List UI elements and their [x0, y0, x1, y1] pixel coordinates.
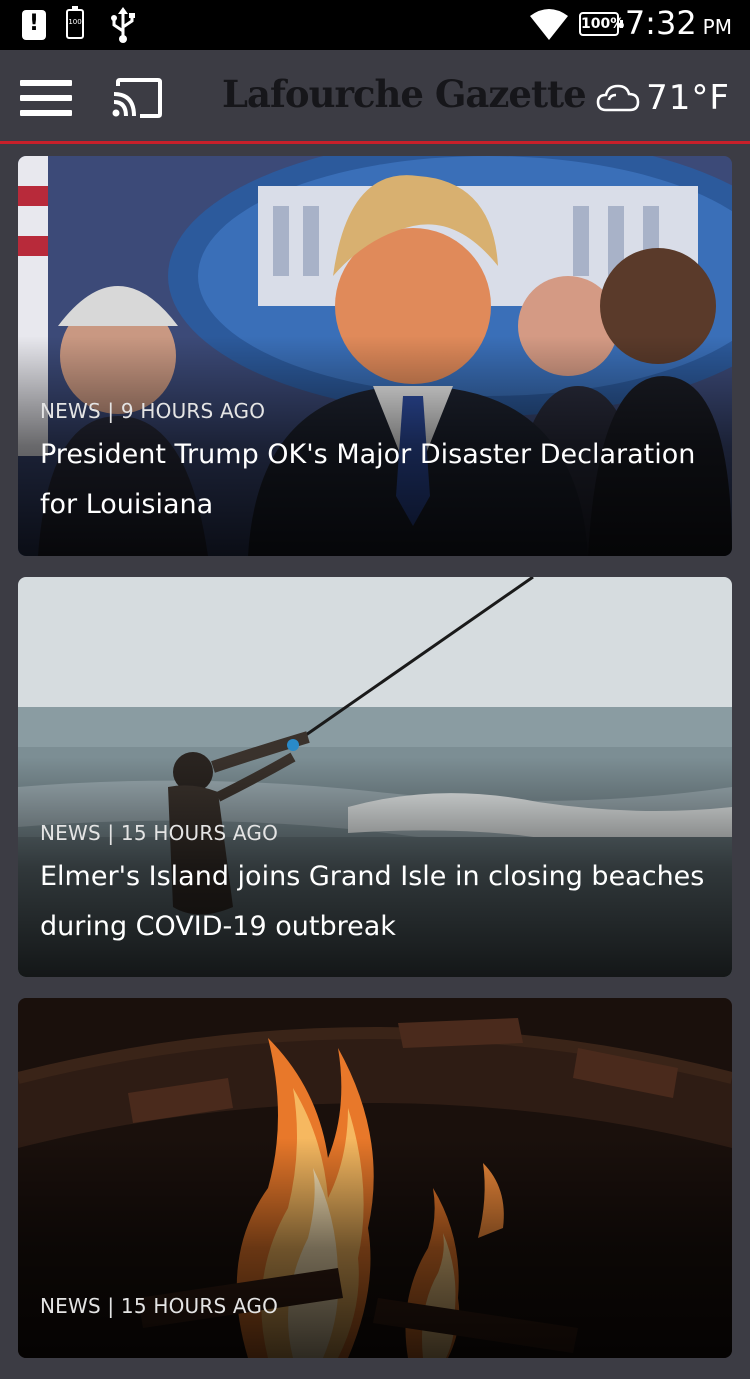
- story-card[interactable]: NEWS | 15 HOURS AGO: [18, 998, 732, 1358]
- clock-time: 7:32: [624, 4, 697, 42]
- story-card[interactable]: NEWS | 15 HOURS AGO Elmer's Island joins…: [18, 577, 732, 977]
- battery-percent: 100%: [579, 12, 624, 36]
- weather-widget[interactable]: 71°F: [596, 76, 730, 120]
- story-headline[interactable]: President Trump OK's Major Disaster Decl…: [40, 430, 714, 530]
- wifi-icon: [530, 9, 568, 40]
- temperature: 71°F: [646, 78, 730, 118]
- status-bar: 100 100% 7:32PM: [0, 0, 750, 50]
- cloud-icon: [596, 84, 640, 112]
- cast-icon[interactable]: [112, 78, 162, 118]
- story-meta: NEWS | 9 HOURS AGO: [40, 399, 266, 423]
- menu-button[interactable]: [20, 80, 72, 116]
- battery-saver-label: 100: [68, 18, 82, 26]
- news-feed: NEWS | 9 HOURS AGO President Trump OK's …: [18, 156, 732, 1379]
- app-header: Lafourche Gazette 71°F: [0, 50, 750, 144]
- card-gradient: [18, 1138, 732, 1358]
- story-card[interactable]: NEWS | 9 HOURS AGO President Trump OK's …: [18, 156, 732, 556]
- story-headline[interactable]: Elmer's Island joins Grand Isle in closi…: [40, 852, 714, 952]
- app-logo-title: Lafourche Gazette: [222, 72, 587, 116]
- story-meta: NEWS | 15 HOURS AGO: [40, 1294, 279, 1318]
- hamburger-icon-bar: [20, 95, 72, 101]
- story-meta: NEWS | 15 HOURS AGO: [40, 821, 279, 845]
- hamburger-icon-bar: [20, 110, 72, 116]
- battery-saver-icon: 100: [66, 6, 84, 39]
- hamburger-icon-bar: [20, 80, 72, 86]
- alert-icon: [22, 10, 46, 40]
- usb-icon: [111, 7, 135, 43]
- clock-ampm: PM: [702, 15, 732, 39]
- clock: 7:32 PM: [625, 4, 732, 42]
